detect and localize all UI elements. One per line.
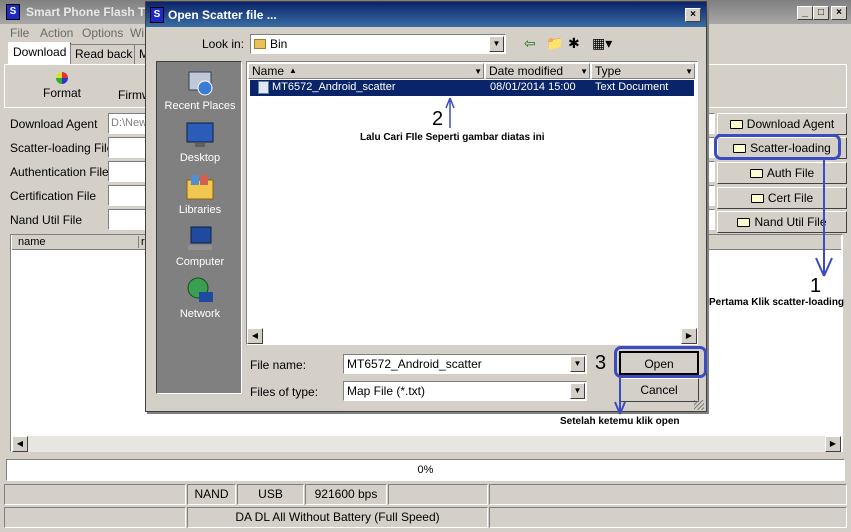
step2-number: 2 <box>432 108 444 130</box>
step1-text: Pertama Klik scatter-loading <box>709 297 845 308</box>
step3-number: 3 <box>595 352 607 374</box>
step2-text: Lalu Cari FIle Seperti gambar diatas ini <box>360 132 545 143</box>
step1-number: 1 <box>810 275 822 297</box>
annotation-arrows <box>445 97 833 415</box>
step3-text: Setelah ketemu klik open <box>560 416 680 427</box>
